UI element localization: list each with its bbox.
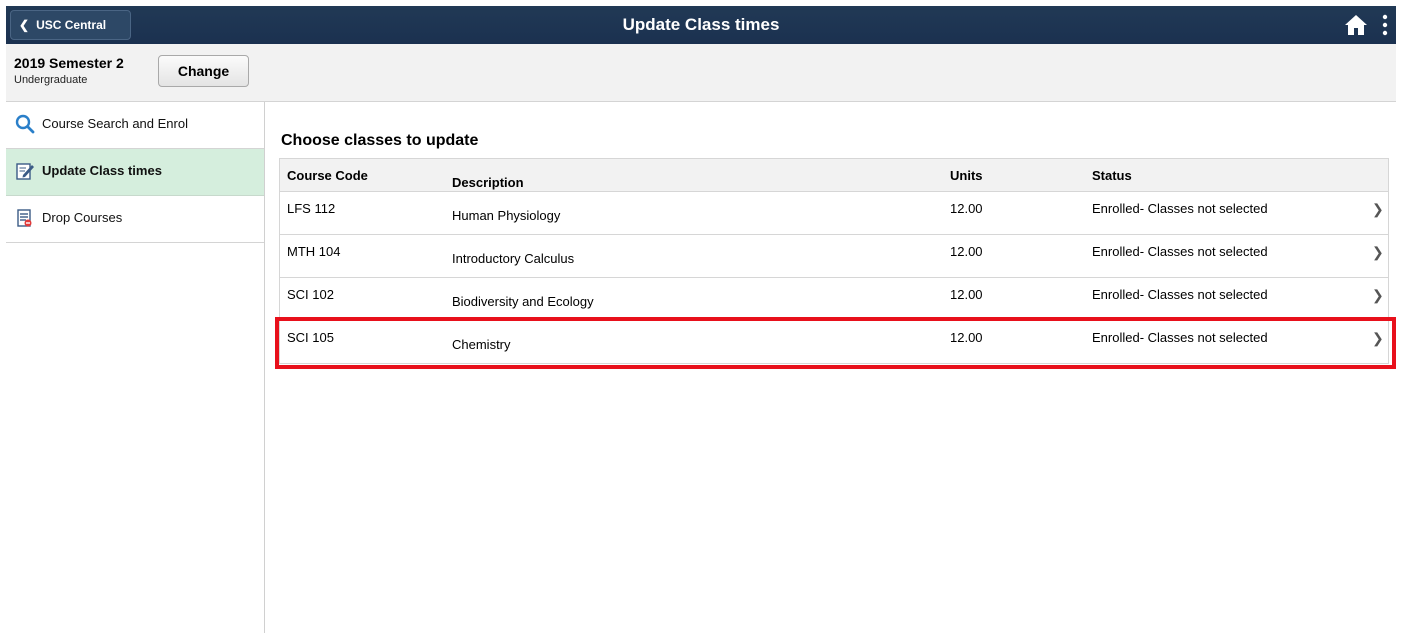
status-cell: Enrolled- Classes not selected <box>1092 287 1268 302</box>
chevron-right-icon[interactable]: ❯ <box>1372 287 1384 304</box>
sidebar-item-label: Course Search and Enrol <box>42 116 188 131</box>
classes-table: Course Code Description Units Status LFS… <box>279 158 1389 364</box>
status-cell: Enrolled- Classes not selected <box>1092 201 1268 216</box>
table-row[interactable]: MTH 104 Introductory Calculus 12.00 Enro… <box>280 235 1388 278</box>
back-button[interactable]: ❮ USC Central <box>10 10 131 40</box>
term-context-bar: 2019 Semester 2 Undergraduate Change <box>6 44 1396 102</box>
table-row[interactable]: SCI 102 Biodiversity and Ecology 12.00 E… <box>280 278 1388 321</box>
page-title: Update Class times <box>622 15 780 34</box>
top-bar: ❮ USC Central Update Class times <box>6 6 1396 44</box>
table-header-row: Course Code Description Units Status <box>280 159 1388 192</box>
column-header-course-code: Course Code <box>287 168 368 183</box>
main-content: Choose classes to update Course Code Des… <box>266 102 1396 633</box>
chevron-right-icon[interactable]: ❯ <box>1372 244 1384 261</box>
units-cell: 12.00 <box>950 201 983 216</box>
chevron-right-icon[interactable]: ❯ <box>1372 330 1384 347</box>
sidebar-item-label: Update Class times <box>42 163 162 178</box>
back-button-label: USC Central <box>36 18 107 32</box>
drop-list-icon <box>17 209 32 227</box>
units-cell: 12.00 <box>950 330 983 345</box>
course-code-cell: SCI 105 <box>287 330 334 345</box>
status-cell: Enrolled- Classes not selected <box>1092 330 1268 345</box>
status-cell: Enrolled- Classes not selected <box>1092 244 1268 259</box>
description-cell: Human Physiology <box>452 208 561 223</box>
sidebar-item-label: Drop Courses <box>42 210 123 225</box>
column-header-units: Units <box>950 168 983 183</box>
description-cell: Chemistry <box>452 337 511 352</box>
home-icon[interactable] <box>1344 14 1368 36</box>
kebab-menu-icon[interactable] <box>1380 13 1390 37</box>
course-code-cell: LFS 112 <box>287 201 336 216</box>
description-cell: Introductory Calculus <box>452 251 575 266</box>
sidebar: Course Search and Enrol Update Class tim… <box>6 102 265 633</box>
edit-icon <box>16 163 34 180</box>
sidebar-item-update-class-times[interactable]: Update Class times <box>6 149 264 196</box>
career-label: Undergraduate <box>14 74 88 86</box>
sidebar-item-drop-courses[interactable]: Drop Courses <box>6 196 264 243</box>
chevron-left-icon: ❮ <box>19 18 30 32</box>
change-term-button[interactable]: Change <box>158 55 249 87</box>
units-cell: 12.00 <box>950 287 983 302</box>
course-code-cell: MTH 104 <box>287 244 341 259</box>
search-icon <box>15 114 35 134</box>
table-row[interactable]: LFS 112 Human Physiology 12.00 Enrolled-… <box>280 192 1388 235</box>
column-header-description: Description <box>452 175 524 190</box>
section-title: Choose classes to update <box>281 132 479 149</box>
table-row[interactable]: SCI 105 Chemistry 12.00 Enrolled- Classe… <box>280 321 1388 364</box>
column-header-status: Status <box>1092 168 1132 183</box>
term-label: 2019 Semester 2 <box>14 55 124 71</box>
description-cell: Biodiversity and Ecology <box>452 294 594 309</box>
units-cell: 12.00 <box>950 244 983 259</box>
course-code-cell: SCI 102 <box>287 287 334 302</box>
sidebar-item-course-search[interactable]: Course Search and Enrol <box>6 102 264 149</box>
chevron-right-icon[interactable]: ❯ <box>1372 201 1384 218</box>
